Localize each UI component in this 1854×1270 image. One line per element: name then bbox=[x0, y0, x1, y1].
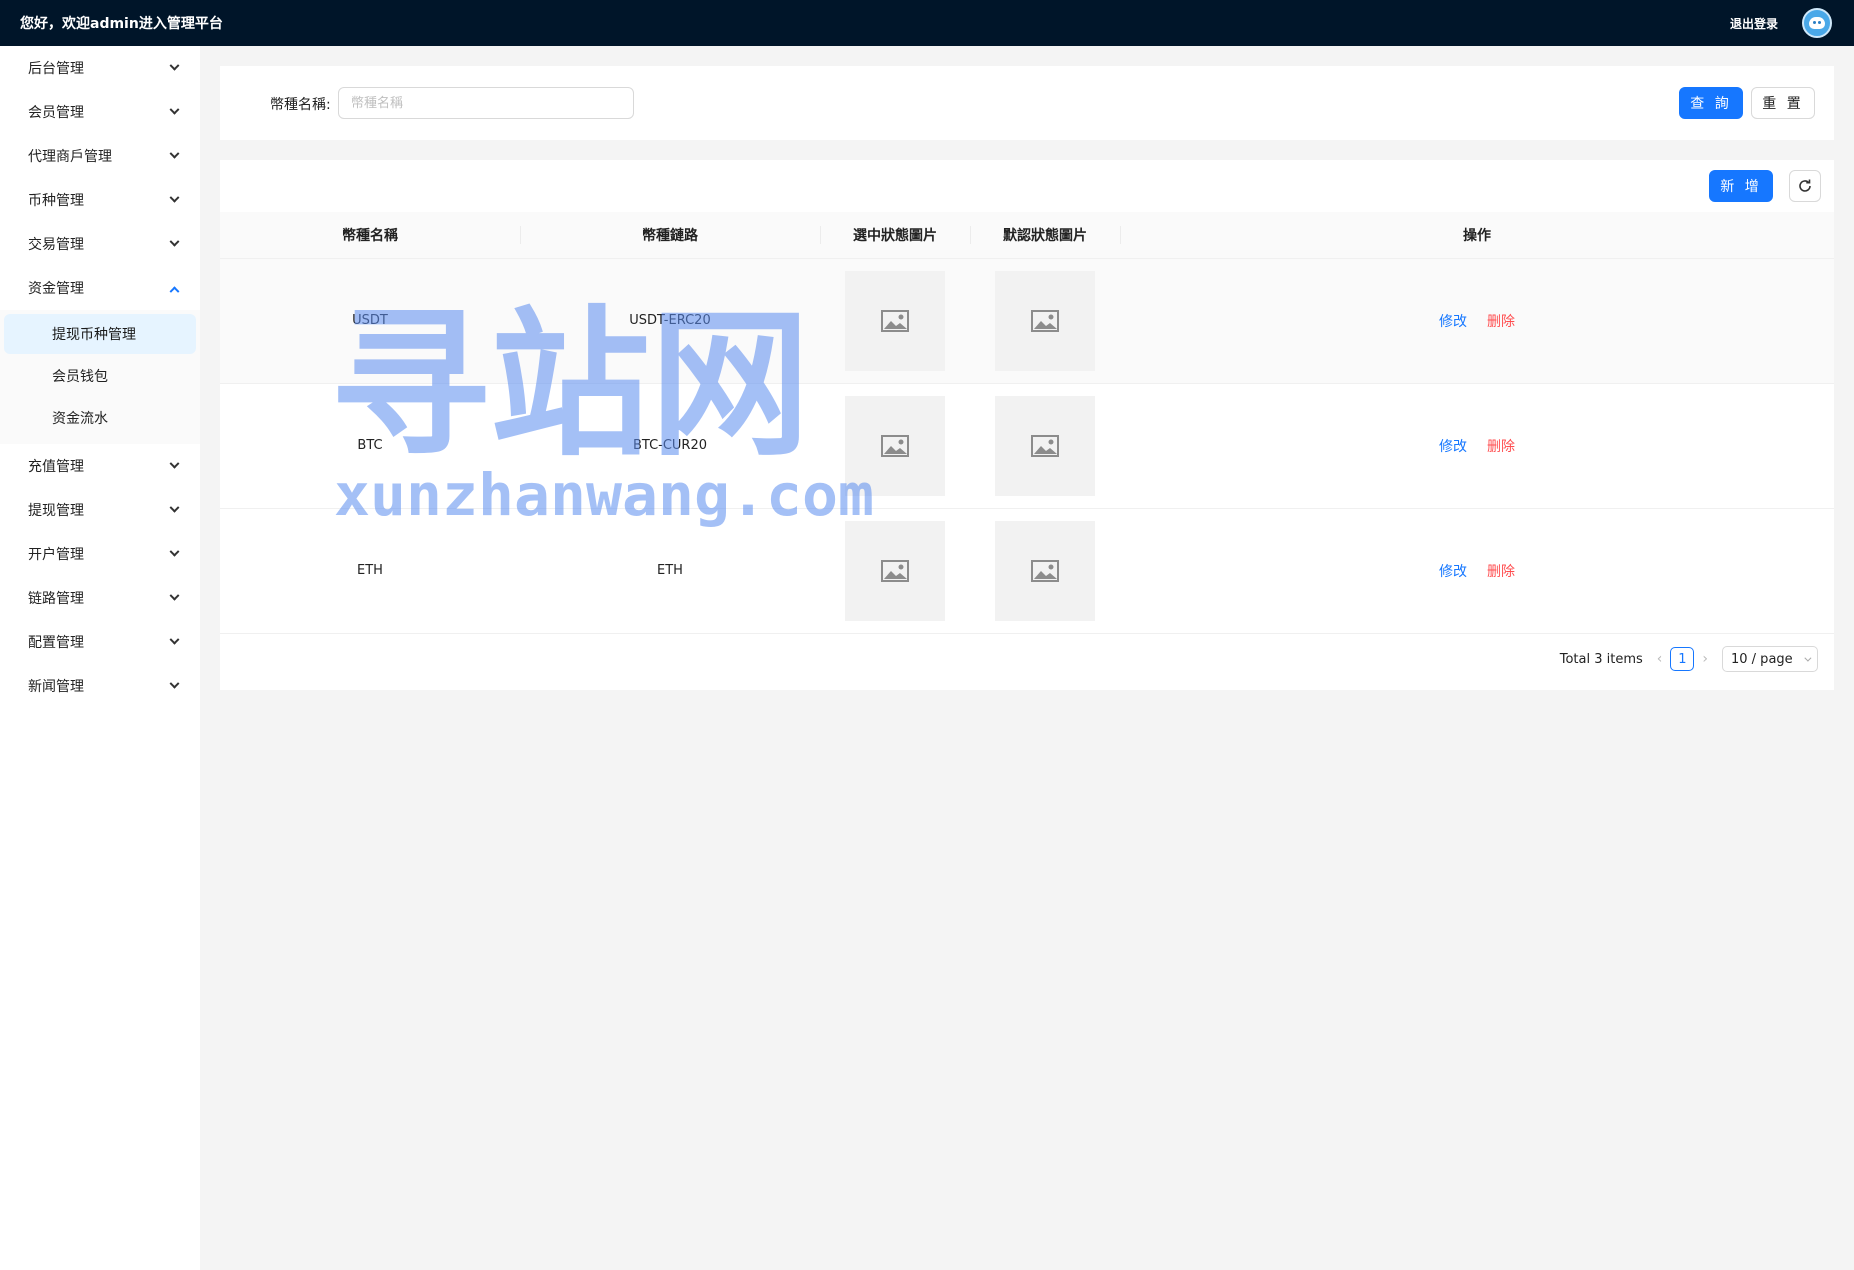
currency-chain-cell: BTC-CUR20 bbox=[632, 438, 708, 453]
chevron-down-icon bbox=[169, 678, 180, 689]
currency-table: 幣種名稱 幣種鏈路 選中狀態圖片 默認狀態圖片 操作 USDT USDT-ERC… bbox=[220, 212, 1834, 634]
chevron-down-icon bbox=[169, 60, 180, 71]
sidebar-item-members[interactable]: 会员管理 bbox=[0, 90, 200, 134]
column-header[interactable]: 操作 bbox=[1120, 212, 1834, 259]
table-header-row: 幣種名稱 幣種鏈路 選中狀態圖片 默認狀態圖片 操作 bbox=[220, 212, 1834, 259]
sidebar-item-chains[interactable]: 链路管理 bbox=[0, 576, 200, 620]
sidebar-item-funds[interactable]: 资金管理 bbox=[0, 266, 200, 310]
currency-name-label: 幣種名稱: bbox=[270, 97, 331, 113]
column-header[interactable]: 選中狀態圖片 bbox=[820, 212, 970, 259]
sidebar-subitem-fund-flow[interactable]: 资金流水 bbox=[4, 398, 196, 438]
chevron-down-icon bbox=[169, 590, 180, 601]
currency-name-cell: BTC bbox=[357, 438, 383, 453]
total-items-text: Total 3 items bbox=[1559, 651, 1643, 667]
chevron-down-icon bbox=[169, 546, 180, 557]
sidebar-item-label: 后台管理 bbox=[28, 61, 84, 77]
default-image-placeholder[interactable] bbox=[995, 395, 1095, 496]
refresh-button[interactable] bbox=[1789, 170, 1821, 202]
selected-image-placeholder[interactable] bbox=[845, 395, 945, 496]
header-right: 退出登录 bbox=[1730, 8, 1832, 38]
delete-link[interactable]: 删除 bbox=[1487, 439, 1515, 455]
search-panel: 幣種名稱: 查 詢 重 置 bbox=[220, 66, 1834, 140]
sidebar-item-config[interactable]: 配置管理 bbox=[0, 620, 200, 664]
image-icon bbox=[881, 559, 909, 582]
sidebar-subitem-withdraw-currency[interactable]: 提现币种管理 bbox=[4, 314, 196, 354]
refresh-icon bbox=[1799, 179, 1811, 192]
sidebar-subitem-member-wallet[interactable]: 会员钱包 bbox=[4, 356, 196, 396]
chevron-down-icon bbox=[1804, 654, 1812, 662]
chevron-up-icon bbox=[169, 285, 180, 296]
column-header[interactable]: 幣種鏈路 bbox=[520, 212, 820, 259]
sidebar-item-backend[interactable]: 后台管理 bbox=[0, 46, 200, 90]
image-icon bbox=[881, 434, 909, 457]
chevron-down-icon bbox=[169, 148, 180, 159]
table-row: USDT USDT-ERC20 修改 删除 bbox=[220, 258, 1834, 383]
page-size-value: 10 / page bbox=[1731, 651, 1793, 667]
welcome-text: 您好，欢迎admin进入管理平台 bbox=[20, 16, 223, 32]
currency-chain-cell: USDT-ERC20 bbox=[629, 313, 711, 328]
prev-page-icon[interactable]: ‹ bbox=[1657, 651, 1663, 667]
image-icon bbox=[881, 309, 909, 332]
sidebar-item-trades[interactable]: 交易管理 bbox=[0, 222, 200, 266]
edit-link[interactable]: 修改 bbox=[1439, 314, 1467, 330]
chevron-down-icon bbox=[169, 634, 180, 645]
sidebar-item-label: 提现管理 bbox=[28, 503, 84, 519]
image-icon bbox=[1031, 559, 1059, 582]
chevron-down-icon bbox=[169, 458, 180, 469]
column-header[interactable]: 默認狀態圖片 bbox=[970, 212, 1120, 259]
sidebar-item-label: 链路管理 bbox=[28, 591, 84, 607]
logout-link[interactable]: 退出登录 bbox=[1730, 15, 1778, 32]
sidebar-item-label: 资金管理 bbox=[28, 281, 84, 297]
sidebar-item-label: 代理商戶管理 bbox=[28, 149, 112, 165]
currency-name-cell: ETH bbox=[357, 563, 383, 578]
sidebar-item-label: 配置管理 bbox=[28, 635, 84, 651]
sidebar-item-label: 开户管理 bbox=[28, 547, 84, 563]
chevron-down-icon bbox=[169, 236, 180, 247]
table-row: BTC BTC-CUR20 修改 删除 bbox=[220, 383, 1834, 508]
delete-link[interactable]: 删除 bbox=[1487, 314, 1515, 330]
next-page-icon[interactable]: › bbox=[1702, 651, 1708, 667]
pagination: Total 3 items ‹ 1 › 10 / page bbox=[1560, 646, 1818, 672]
sidebar-item-label: 会员管理 bbox=[28, 105, 84, 121]
sidebar-item-withdraw[interactable]: 提现管理 bbox=[0, 488, 200, 532]
selected-image-placeholder[interactable] bbox=[845, 520, 945, 621]
chevron-down-icon bbox=[169, 192, 180, 203]
currency-name-cell: USDT bbox=[352, 313, 388, 328]
page-size-select[interactable]: 10 / page bbox=[1722, 646, 1818, 672]
avatar-icon[interactable] bbox=[1802, 8, 1832, 38]
funds-submenu: 提现币种管理 会员钱包 资金流水 bbox=[0, 310, 200, 444]
edit-link[interactable]: 修改 bbox=[1439, 439, 1467, 455]
default-image-placeholder[interactable] bbox=[995, 520, 1095, 621]
sidebar-item-label: 充值管理 bbox=[28, 459, 84, 475]
sidebar-item-agents[interactable]: 代理商戶管理 bbox=[0, 134, 200, 178]
selected-image-placeholder[interactable] bbox=[845, 270, 945, 371]
currency-chain-cell: ETH bbox=[657, 563, 683, 578]
top-header: 您好，欢迎admin进入管理平台 退出登录 bbox=[0, 0, 1854, 46]
sidebar-item-label: 新闻管理 bbox=[28, 679, 84, 695]
sidebar-item-news[interactable]: 新闻管理 bbox=[0, 664, 200, 708]
image-icon bbox=[1031, 309, 1059, 332]
reset-button[interactable]: 重 置 bbox=[1751, 87, 1815, 119]
sidebar-item-currencies[interactable]: 币种管理 bbox=[0, 178, 200, 222]
default-image-placeholder[interactable] bbox=[995, 270, 1095, 371]
currency-name-input[interactable] bbox=[338, 87, 634, 119]
sidebar: 后台管理 会员管理 代理商戶管理 币种管理 交易管理 资金管理 提现币种管理 会… bbox=[0, 46, 200, 1270]
table-row: ETH ETH 修改 删除 bbox=[220, 508, 1834, 633]
edit-link[interactable]: 修改 bbox=[1439, 564, 1467, 580]
sidebar-item-accounts[interactable]: 开户管理 bbox=[0, 532, 200, 576]
add-button[interactable]: 新 增 bbox=[1709, 170, 1773, 202]
table-panel: 新 增 幣種名稱 幣種鏈路 選中狀態圖片 默認狀態圖片 操作 USDT USDT… bbox=[220, 160, 1834, 690]
chevron-down-icon bbox=[169, 104, 180, 115]
delete-link[interactable]: 删除 bbox=[1487, 564, 1515, 580]
sidebar-item-label: 交易管理 bbox=[28, 237, 84, 253]
sidebar-item-label: 币种管理 bbox=[28, 193, 84, 209]
sidebar-item-recharge[interactable]: 充值管理 bbox=[0, 444, 200, 488]
chevron-down-icon bbox=[169, 502, 180, 513]
image-icon bbox=[1031, 434, 1059, 457]
column-header[interactable]: 幣種名稱 bbox=[220, 212, 520, 259]
page-number-button[interactable]: 1 bbox=[1670, 647, 1695, 671]
query-button[interactable]: 查 詢 bbox=[1679, 87, 1743, 119]
